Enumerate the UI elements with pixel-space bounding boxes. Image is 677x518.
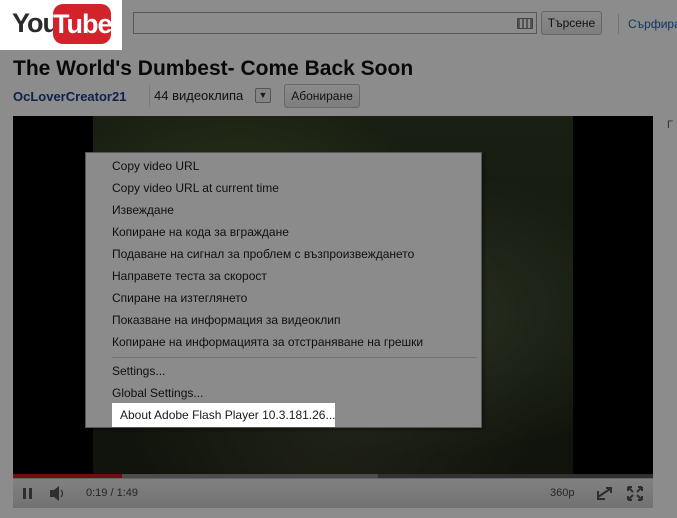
player-controls: 0:19 / 1:49 360p [13,478,653,508]
youtube-logo[interactable]: You Tube [0,0,122,50]
logo-tube-text: Tube [53,4,113,44]
search-button[interactable]: Търсене [541,11,602,35]
subscribe-button[interactable]: Абониране [284,84,360,108]
sidebar-fragment: Г [667,119,673,131]
video-title: The World's Dumbest- Come Back Soon [13,57,414,80]
browse-link[interactable]: Сърфира [628,17,677,31]
search-input[interactable] [133,12,537,34]
fullscreen-icon[interactable] [625,479,645,518]
channel-link[interactable]: OcLoverCreator21 [13,89,126,104]
chevron-down-icon[interactable]: ▼ [255,88,271,103]
menu-item-video-info[interactable]: Показване на информация за видеоклип [112,309,340,331]
header-divider [618,14,619,34]
menu-item-speed-test[interactable]: Направете теста за скорост [112,265,267,287]
menu-item-copy-embed[interactable]: Копиране на кода за вграждане [112,221,289,243]
time-display: 0:19 / 1:49 [86,479,138,508]
logo-you-text: You [12,8,59,38]
quality-selector[interactable]: 360p [550,479,574,508]
menu-item-report-problem[interactable]: Подаване на сигнал за проблем с възпроиз… [112,243,414,265]
menu-item-copy-debug[interactable]: Копиране на информацията за отстраняване… [112,331,423,353]
youtube-page: Търсене Сърфира The World's Dumbest- Com… [0,0,677,518]
menu-separator [112,357,477,358]
menu-item-settings[interactable]: Settings... [112,360,165,382]
menu-item-copy-url-time[interactable]: Copy video URL at current time [112,177,279,199]
menu-item-global-settings[interactable]: Global Settings... [112,382,203,404]
current-time: 0:19 [86,487,108,499]
video-count: 44 видеоклипа [149,85,247,107]
volume-icon[interactable] [48,479,66,518]
menu-item-copy-url[interactable]: Copy video URL [112,155,199,177]
duration: 1:49 [116,487,139,499]
keyboard-icon[interactable] [517,18,533,29]
menu-item-popout[interactable]: Извеждане [112,199,174,221]
time-separator: / [110,487,114,499]
pause-icon[interactable] [22,479,34,518]
menu-item-stop-download[interactable]: Спиране на изтеглянето [112,287,247,309]
context-menu: Copy video URL Copy video URL at current… [85,152,482,428]
popout-icon[interactable] [595,479,615,518]
menu-item-about-flash[interactable]: About Adobe Flash Player 10.3.181.26... [112,403,335,427]
